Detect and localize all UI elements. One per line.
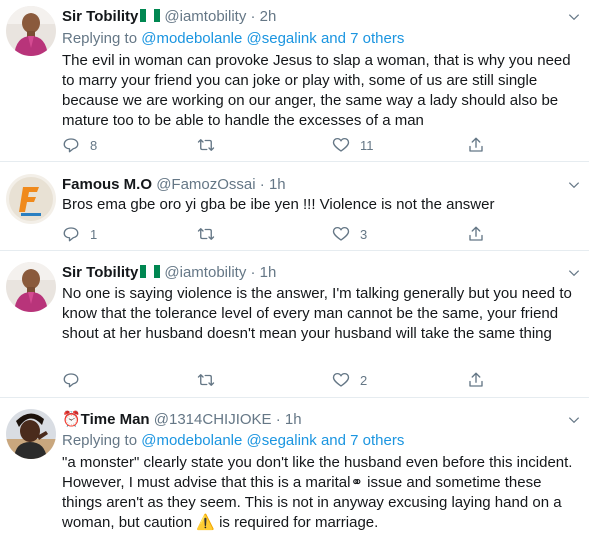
share-button[interactable] xyxy=(467,135,485,155)
avatar[interactable] xyxy=(6,6,56,56)
reply-button[interactable] xyxy=(62,370,90,390)
reply-icon xyxy=(63,227,79,242)
tweet-text: "a monster" clearly state you don't like… xyxy=(62,454,573,531)
timestamp[interactable]: 1h xyxy=(285,411,302,428)
tweet-1[interactable]: Sir Tobility @iamtobility · 2h Replying t… xyxy=(0,0,589,162)
replying-to-mentions[interactable]: @modebolanle @segalink and 7 others xyxy=(141,30,404,47)
share-button[interactable] xyxy=(467,370,485,390)
like-count: 3 xyxy=(360,226,368,242)
caret-down-icon[interactable] xyxy=(567,266,581,280)
share-icon xyxy=(469,372,483,387)
avatar[interactable] xyxy=(6,174,56,224)
reply-button[interactable]: 8 xyxy=(62,135,97,155)
tweet-actions: 1 3 xyxy=(62,224,502,244)
tweet-text: Bros ema gbe oro yi gba be ibe yen !!! V… xyxy=(62,196,495,213)
caret-down-icon[interactable] xyxy=(567,413,581,427)
reply-icon xyxy=(63,138,79,153)
retweet-button[interactable] xyxy=(197,370,225,390)
tweet-header: ⏰Time Man @1314CHIJIOKE · 1h xyxy=(62,410,559,430)
display-name[interactable]: ⏰Time Man xyxy=(62,411,150,428)
separator-dot: · xyxy=(250,264,256,281)
tweet-actions: 8 11 xyxy=(62,135,502,155)
tweet-header: Sir Tobility @iamtobility · 2h xyxy=(62,7,559,27)
timestamp[interactable]: 1h xyxy=(260,264,277,281)
tweet-4[interactable]: ⏰Time Man @1314CHIJIOKE · 1h Replying to… xyxy=(0,399,589,536)
nigeria-flag-icon xyxy=(140,9,161,22)
retweet-icon xyxy=(197,139,215,151)
avatar-image xyxy=(6,6,56,56)
replying-to-mentions[interactable]: @modebolanle @segalink and 7 others xyxy=(141,432,404,449)
like-count: 2 xyxy=(360,372,368,388)
avatar-image xyxy=(6,174,56,224)
reply-button[interactable]: 1 xyxy=(62,224,97,244)
avatar-image xyxy=(6,409,56,459)
nigeria-flag-icon xyxy=(140,265,161,278)
replying-to-label: Replying to xyxy=(62,30,138,47)
retweet-icon xyxy=(197,228,215,240)
share-icon xyxy=(469,137,483,152)
retweet-button[interactable] xyxy=(197,135,225,155)
user-handle[interactable]: @1314CHIJIOKE xyxy=(154,411,272,428)
retweet-button[interactable] xyxy=(197,224,225,244)
display-name[interactable]: Sir Tobility xyxy=(62,8,138,25)
timestamp[interactable]: 1h xyxy=(269,176,286,193)
reply-count: 1 xyxy=(90,226,98,242)
like-button[interactable]: 11 xyxy=(332,135,374,155)
like-button[interactable]: 2 xyxy=(332,370,367,390)
caret-down-icon[interactable] xyxy=(567,178,581,192)
separator-dot: · xyxy=(275,411,281,428)
reply-icon xyxy=(63,373,79,388)
like-count: 11 xyxy=(360,137,374,153)
avatar[interactable] xyxy=(6,262,56,312)
separator-dot: · xyxy=(259,176,265,193)
tweet-header: Famous M.O @FamozOssai · 1h xyxy=(62,175,559,195)
user-handle[interactable]: @FamozOssai xyxy=(156,176,255,193)
tweet-text: No one is saying violence is the answer,… xyxy=(62,285,572,342)
like-icon xyxy=(332,137,350,152)
tweet-2[interactable]: Famous M.O @FamozOssai · 1h Bros ema gbe… xyxy=(0,163,589,251)
tweet-header: Sir Tobility @iamtobility · 1h xyxy=(62,263,559,283)
display-name[interactable]: Famous M.O xyxy=(62,176,152,193)
retweet-icon xyxy=(197,374,215,386)
user-handle[interactable]: @iamtobility xyxy=(164,264,246,281)
replying-to: Replying to @modebolanle @segalink and 7… xyxy=(62,431,404,451)
reply-count: 8 xyxy=(90,137,98,153)
share-icon xyxy=(469,226,483,241)
like-icon xyxy=(332,372,350,387)
timestamp[interactable]: 2h xyxy=(260,8,277,25)
display-name[interactable]: Sir Tobility xyxy=(62,264,138,281)
tweet-text: The evil in woman can provoke Jesus to s… xyxy=(62,52,571,129)
replying-to-label: Replying to xyxy=(62,432,138,449)
tweet-3[interactable]: Sir Tobility @iamtobility · 1h No one is … xyxy=(0,252,589,398)
avatar[interactable] xyxy=(6,409,56,459)
replying-to: Replying to @modebolanle @segalink and 7… xyxy=(62,29,404,49)
avatar-image xyxy=(6,262,56,312)
like-button[interactable]: 3 xyxy=(332,224,367,244)
share-button[interactable] xyxy=(467,224,485,244)
separator-dot: · xyxy=(250,8,256,25)
like-icon xyxy=(332,226,350,241)
caret-down-icon[interactable] xyxy=(567,10,581,24)
user-handle[interactable]: @iamtobility xyxy=(164,8,246,25)
tweet-actions: 2 xyxy=(62,370,502,390)
